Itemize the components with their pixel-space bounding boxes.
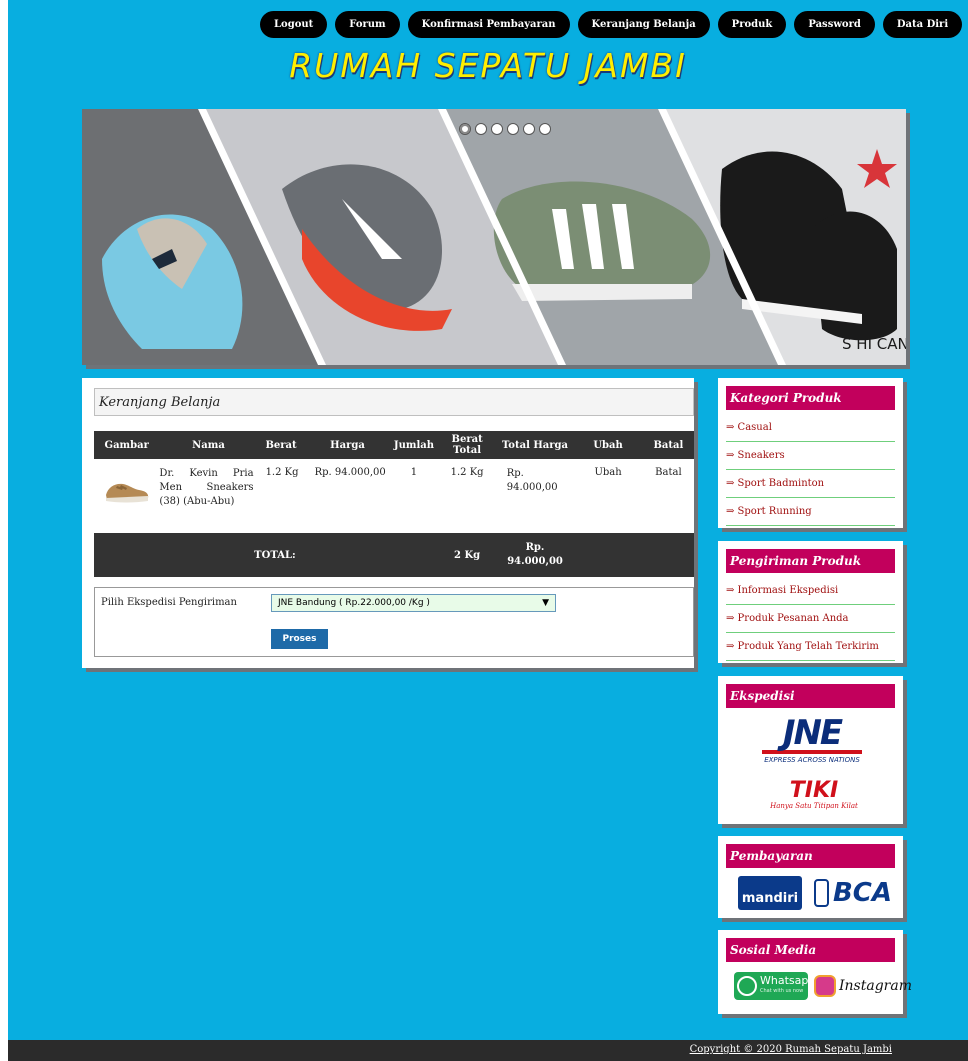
slider-dot[interactable] xyxy=(523,123,535,135)
kategori-item-sport-running[interactable]: ⇒ Sport Running xyxy=(726,498,895,526)
nav-data-diri[interactable]: Data Diri xyxy=(882,11,963,38)
cart-item-total-weight: 1.2 Kg xyxy=(437,459,497,533)
shoe-icon xyxy=(105,483,148,503)
cart-total-row: TOTAL: 2 Kg Rp. 94.000,00 xyxy=(94,533,694,577)
shipping-select[interactable]: JNE Bandung ( Rp.22.000,00 /Kg ) ▼ xyxy=(271,594,556,612)
instagram-link[interactable]: Instagram xyxy=(814,972,912,1000)
site-title: RUMAH SEPATU JAMBI xyxy=(289,46,687,85)
banner-slider: S HI CAN xyxy=(82,109,906,365)
copyright-link[interactable]: Copyright © 2020 Rumah Sepatu Jambi xyxy=(690,1044,892,1055)
widget-title-sosial: Sosial Media xyxy=(726,938,895,962)
cart-item-weight: 1.2 Kg xyxy=(257,459,305,533)
kategori-item-sneakers[interactable]: ⇒ Sneakers xyxy=(726,442,895,470)
proses-button[interactable]: Proses xyxy=(271,629,328,649)
kategori-item-sport-badminton[interactable]: ⇒ Sport Badminton xyxy=(726,470,895,498)
widget-pembayaran: Pembayaran mandiri BCA xyxy=(718,836,903,918)
widget-kategori: Kategori Produk ⇒ Casual ⇒ Sneakers ⇒ Sp… xyxy=(718,378,903,528)
cart-item-qty: 1 xyxy=(390,459,438,533)
cart-item-edit-link[interactable]: Ubah xyxy=(573,459,643,533)
footer: Copyright © 2020 Rumah Sepatu Jambi xyxy=(8,1040,968,1061)
col-harga: Harga xyxy=(304,431,391,459)
instagram-icon xyxy=(814,975,836,997)
col-berat: Berat xyxy=(257,431,305,459)
col-nama: Nama xyxy=(159,431,258,459)
slider-dot[interactable] xyxy=(507,123,519,135)
cart-item-name: Dr. Kevin Pria Men Sneakers (38) (Abu-Ab… xyxy=(159,459,258,533)
shipping-form: Pilih Ekspedisi Pengiriman JNE Bandung (… xyxy=(94,587,694,657)
page-heading: Keranjang Belanja xyxy=(94,388,694,416)
slider-dots xyxy=(459,123,551,135)
main-background: Logout Forum Konfirmasi Pembayaran Keran… xyxy=(8,0,968,1040)
nav-logout[interactable]: Logout xyxy=(260,11,328,38)
widget-title-ekspedisi: Ekspedisi xyxy=(726,684,895,708)
widget-ekspedisi: Ekspedisi JNE EXPRESS ACROSS NATIONS TIK… xyxy=(718,676,903,824)
nav-forum[interactable]: Forum xyxy=(335,11,400,38)
top-navigation: Logout Forum Konfirmasi Pembayaran Keran… xyxy=(260,11,963,38)
col-ubah: Ubah xyxy=(573,431,643,459)
total-weight: 2 Kg xyxy=(437,533,497,577)
slider-dot[interactable] xyxy=(539,123,551,135)
tiki-logo: TIKI Hanya Satu Titipan Kilat xyxy=(770,778,858,811)
chevron-down-icon: ▼ xyxy=(542,598,549,608)
whatsapp-icon xyxy=(737,976,757,996)
nav-produk[interactable]: Produk xyxy=(717,11,787,38)
bca-logo: BCA xyxy=(814,876,892,910)
cart-item-total-price: Rp. 94.000,00 xyxy=(496,459,574,533)
pengiriman-list: ⇒ Informasi Ekspedisi ⇒ Produk Pesanan A… xyxy=(726,577,895,661)
nav-keranjang-belanja[interactable]: Keranjang Belanja xyxy=(577,11,710,38)
cart-item-price: Rp. 94.000,00 xyxy=(304,459,391,533)
total-label: TOTAL: xyxy=(159,533,391,577)
banner-caption: S HI CAN xyxy=(842,335,906,353)
col-berat-total: Berat Total xyxy=(437,431,497,459)
slider-dot[interactable] xyxy=(459,123,471,135)
cart-header-row: Gambar Nama Berat Harga Jumlah Berat Tot… xyxy=(94,431,694,459)
widget-title-kategori: Kategori Produk xyxy=(726,386,895,410)
whatsapp-link[interactable]: Whatsapp Chat with us now xyxy=(734,972,815,1000)
pengiriman-item-informasi-ekspedisi[interactable]: ⇒ Informasi Ekspedisi xyxy=(726,577,895,605)
pengiriman-item-produk-pesanan[interactable]: ⇒ Produk Pesanan Anda xyxy=(726,605,895,633)
col-jumlah: Jumlah xyxy=(390,431,438,459)
shipping-select-value: JNE Bandung ( Rp.22.000,00 /Kg ) xyxy=(278,598,430,608)
page: Logout Forum Konfirmasi Pembayaran Keran… xyxy=(0,0,968,1061)
widget-title-pengiriman: Pengiriman Produk xyxy=(726,549,895,573)
table-row: Dr. Kevin Pria Men Sneakers (38) (Abu-Ab… xyxy=(94,459,694,533)
col-total-harga: Total Harga xyxy=(496,431,574,459)
mandiri-logo: mandiri xyxy=(738,876,802,910)
widget-sosial-media: Sosial Media Whatsapp Chat with us now I… xyxy=(718,930,912,1014)
widget-title-pembayaran: Pembayaran xyxy=(726,844,895,868)
slider-dot[interactable] xyxy=(475,123,487,135)
cart-panel: Keranjang Belanja Gambar Nama Berat Harg… xyxy=(82,378,694,668)
kategori-item-casual[interactable]: ⇒ Casual xyxy=(726,414,895,442)
widget-pengiriman: Pengiriman Produk ⇒ Informasi Ekspedisi … xyxy=(718,541,903,663)
pengiriman-item-produk-terkirim[interactable]: ⇒ Produk Yang Telah Terkirim xyxy=(726,633,895,661)
banner-image: S HI CAN xyxy=(82,109,906,365)
cart-item-cancel-link[interactable]: Batal xyxy=(642,459,694,533)
shipping-label: Pilih Ekspedisi Pengiriman xyxy=(101,597,237,608)
total-price: Rp. 94.000,00 xyxy=(496,533,574,577)
cart-table: Gambar Nama Berat Harga Jumlah Berat Tot… xyxy=(94,431,694,577)
col-batal: Batal xyxy=(642,431,694,459)
nav-konfirmasi-pembayaran[interactable]: Konfirmasi Pembayaran xyxy=(407,11,570,38)
cart-item-image xyxy=(94,459,160,533)
kategori-list: ⇒ Casual ⇒ Sneakers ⇒ Sport Badminton ⇒ … xyxy=(726,414,895,526)
jne-logo: JNE EXPRESS ACROSS NATIONS xyxy=(762,716,862,764)
bca-emblem-icon xyxy=(814,879,829,907)
nav-password[interactable]: Password xyxy=(794,11,875,38)
slider-dot[interactable] xyxy=(491,123,503,135)
col-gambar: Gambar xyxy=(94,431,160,459)
